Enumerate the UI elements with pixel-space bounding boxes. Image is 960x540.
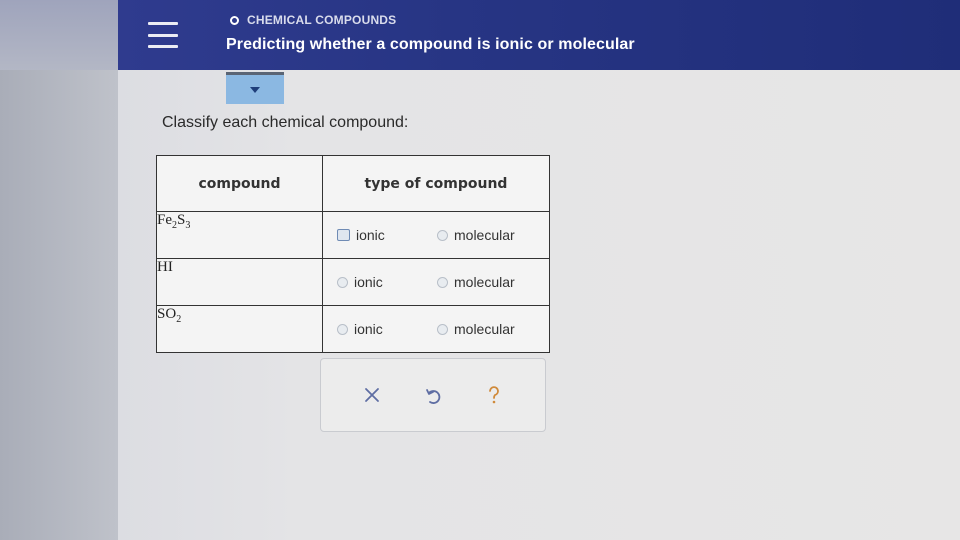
hamburger-icon-bar xyxy=(148,33,178,37)
column-header-type: type of compound xyxy=(322,155,550,212)
molecular-option[interactable]: molecular xyxy=(437,274,515,290)
compound-formula: HI xyxy=(156,258,323,306)
topic-circle-icon xyxy=(230,15,239,25)
expand-dropdown-button[interactable] xyxy=(226,72,284,104)
type-options: ionic molecular xyxy=(322,258,550,306)
topic-row: CHEMICAL COMPOUNDS xyxy=(230,12,396,28)
ionic-option[interactable]: ionic xyxy=(337,227,437,243)
molecular-option[interactable]: molecular xyxy=(437,321,515,337)
caret-down-icon xyxy=(250,86,260,93)
formula-element: SO xyxy=(157,306,177,322)
formula-element: HI xyxy=(157,259,173,275)
formula-subscript: 3 xyxy=(185,220,191,231)
top-left-margin xyxy=(0,0,118,70)
formula-element: Fe xyxy=(157,212,172,228)
menu-button[interactable] xyxy=(148,20,178,50)
hamburger-icon-bar xyxy=(148,22,178,25)
type-options: ionic molecular xyxy=(322,211,550,259)
molecular-option[interactable]: molecular xyxy=(437,227,515,243)
molecular-radio[interactable] xyxy=(437,323,448,335)
ionic-label: ionic xyxy=(354,321,383,337)
ionic-option[interactable]: ionic xyxy=(337,321,437,337)
hamburger-icon-bar xyxy=(148,45,178,48)
undo-icon[interactable] xyxy=(422,384,444,406)
type-options: ionic molecular xyxy=(322,305,550,353)
molecular-radio[interactable] xyxy=(437,276,448,288)
close-icon[interactable] xyxy=(361,384,383,406)
molecular-radio[interactable] xyxy=(437,229,448,241)
molecular-label: molecular xyxy=(454,274,515,290)
question-instruction: Classify each chemical compound: xyxy=(162,114,409,131)
ionic-label: ionic xyxy=(354,274,383,290)
answer-actions xyxy=(320,358,546,432)
table-header-row: compound type of compound xyxy=(156,155,550,212)
classification-table: compound type of compound Fe2S3 ionic mo… xyxy=(156,155,550,353)
formula-subscript: 2 xyxy=(176,314,182,325)
compound-formula: SO2 xyxy=(156,305,323,353)
column-header-compound: compound xyxy=(156,155,323,212)
ionic-radio[interactable] xyxy=(337,323,348,335)
molecular-label: molecular xyxy=(454,227,515,243)
ionic-option[interactable]: ionic xyxy=(337,274,437,290)
ionic-radio[interactable] xyxy=(337,229,350,241)
table-row: SO2 ionic molecular xyxy=(156,305,550,353)
app-header xyxy=(118,0,960,70)
compound-formula: Fe2S3 xyxy=(156,211,323,259)
ionic-label: ionic xyxy=(356,227,385,243)
topic-label: CHEMICAL COMPOUNDS xyxy=(247,13,397,27)
molecular-label: molecular xyxy=(454,321,515,337)
help-icon[interactable] xyxy=(483,384,505,406)
left-margin xyxy=(0,0,118,540)
table-row: Fe2S3 ionic molecular xyxy=(156,211,550,259)
page-title: Predicting whether a compound is ionic o… xyxy=(226,36,635,53)
table-row: HI ionic molecular xyxy=(156,258,550,306)
ionic-radio[interactable] xyxy=(337,276,348,288)
